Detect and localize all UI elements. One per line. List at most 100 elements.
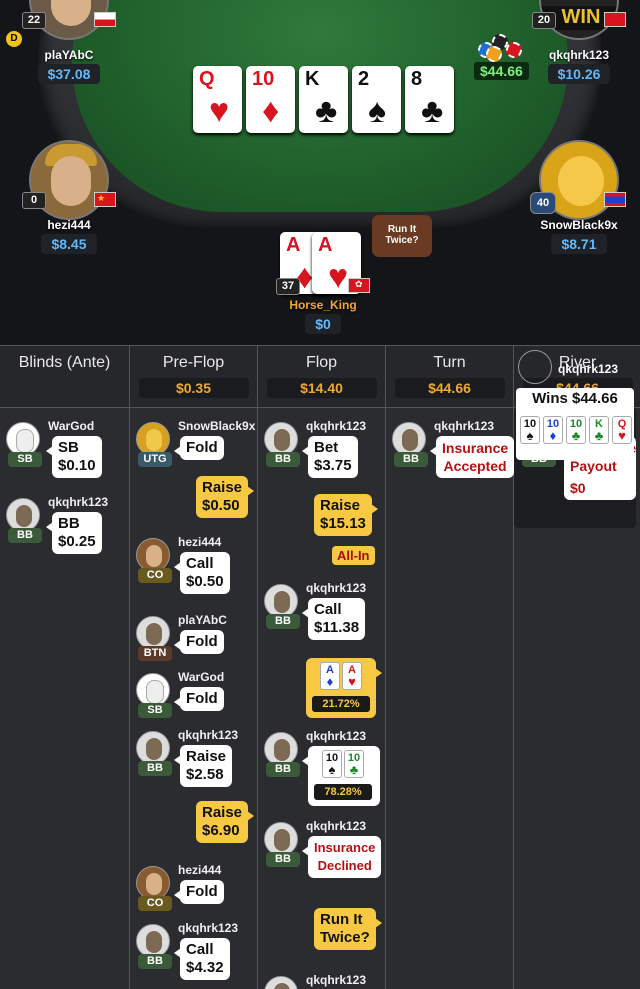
player-avatar-icon bbox=[392, 422, 426, 456]
win-panel: Wins $44.66 10 ♠ 10 ♦ 10 ♣ K ♣ Q ♥ bbox=[516, 388, 634, 460]
player-name: SnowBlack9x bbox=[178, 419, 256, 433]
player-stack: $37.08 bbox=[37, 64, 101, 84]
player-name: qkqhrk123 bbox=[178, 921, 239, 935]
mini-card: 10 ♠ bbox=[520, 416, 540, 444]
mini-card: 10 ♣ bbox=[566, 416, 586, 444]
column-pot: $14.40 bbox=[266, 378, 377, 398]
player-seat-left[interactable]: 0 ★ hezi444 $8.45 bbox=[14, 140, 124, 254]
position-badge: UTG bbox=[138, 452, 172, 467]
player-name: qkqhrk123 bbox=[558, 362, 619, 376]
player-name: qkqhrk123 bbox=[178, 728, 239, 742]
player-avatar-icon bbox=[136, 673, 170, 707]
column-title: Flop bbox=[305, 354, 338, 371]
player-name: plaYAbC bbox=[44, 48, 94, 62]
player-seat-top-right[interactable]: WIN 20 qkqhrk123 $10.26 bbox=[524, 0, 634, 84]
poker-app: 22 plaYAbC $37.08 D WIN 20 qkqhrk123 $10… bbox=[0, 0, 640, 989]
all-in-badge: All-In bbox=[332, 546, 375, 565]
player-avatar-icon bbox=[136, 924, 170, 958]
action-bubble: Call $4.32 bbox=[174, 938, 230, 980]
position-badge: BTN bbox=[138, 646, 172, 661]
position-badge: BB bbox=[138, 954, 172, 969]
player-avatar-icon bbox=[518, 350, 552, 384]
pot-chips-icon bbox=[472, 30, 528, 62]
player-avatar-icon bbox=[264, 822, 298, 856]
run-it-twice-bubble: Run It Twice? bbox=[372, 215, 432, 257]
player-name: qkqhrk123 bbox=[306, 729, 367, 743]
level-badge: 22 bbox=[22, 12, 46, 29]
player-name: SnowBlack9x bbox=[540, 218, 618, 232]
history-column-2: Flop $14.40 BB qkqhrk123 Bet $3.75 Raise $15.… bbox=[258, 346, 386, 989]
player-name: qkqhrk123 bbox=[306, 819, 367, 833]
pot-amount: $44.66 bbox=[474, 62, 529, 80]
board-card: 8 ♣ bbox=[405, 66, 454, 133]
mini-card: A ♦ bbox=[320, 662, 340, 690]
card-suit-icon: ♦ bbox=[549, 428, 557, 443]
column-title: Blinds (Ante) bbox=[18, 354, 111, 371]
column-header: Blinds (Ante) bbox=[0, 346, 129, 408]
player-name: hezi444 bbox=[47, 218, 91, 232]
board-card: 10 ♦ bbox=[246, 66, 295, 133]
history-entry[interactable]: qkqhrk123 bbox=[264, 973, 384, 989]
card-rank: 2 bbox=[358, 68, 370, 90]
flag-icon bbox=[94, 12, 116, 27]
action-bubble: Insurance Declined bbox=[301, 836, 382, 878]
card-suit-icon: ♣ bbox=[594, 428, 604, 443]
player-seat-top-left[interactable]: 22 plaYAbC $37.08 bbox=[14, 0, 124, 84]
raise-bubble: Raise $15.13 bbox=[314, 494, 378, 536]
card-suit-icon: ♠ bbox=[328, 762, 336, 777]
column-header: Flop $14.40 bbox=[258, 346, 385, 408]
player-avatar-icon bbox=[264, 422, 298, 456]
card-suit-icon: ♣ bbox=[571, 428, 581, 443]
history-column-0: Blinds (Ante) SB WarGod SB $0.10 BB qkqhrk123… bbox=[0, 346, 130, 989]
player-avatar-icon bbox=[264, 584, 298, 618]
mini-card: K ♣ bbox=[589, 416, 609, 444]
hero-equity: 21.72% bbox=[312, 696, 370, 712]
player-stack: $10.26 bbox=[547, 64, 611, 84]
player-stack: $8.71 bbox=[551, 234, 607, 254]
player-name: qkqhrk123 bbox=[306, 419, 367, 433]
action-bubble: Call $0.50 bbox=[174, 552, 230, 594]
hero-seat[interactable]: A ♦ A ♥ 37 ✿ Horse_King $0 bbox=[268, 228, 378, 334]
position-badge: SB bbox=[8, 452, 42, 467]
player-name: hezi444 bbox=[178, 863, 222, 877]
action-bubble: Fold bbox=[174, 436, 224, 460]
card-suit-icon: ♠ bbox=[368, 92, 387, 130]
hero-stack: $0 bbox=[305, 314, 341, 334]
position-badge: BB bbox=[266, 852, 300, 867]
position-badge: SB bbox=[138, 703, 172, 718]
level-badge: 0 bbox=[22, 192, 46, 209]
position-badge: CO bbox=[138, 896, 172, 911]
player-avatar-icon bbox=[6, 498, 40, 532]
flag-icon bbox=[604, 192, 626, 207]
position-badge: BB bbox=[138, 761, 172, 776]
player-avatar-icon bbox=[136, 538, 170, 572]
player-name: hezi444 bbox=[178, 535, 222, 549]
flag-icon bbox=[604, 12, 626, 27]
level-badge: 40 bbox=[530, 192, 556, 214]
hand-history[interactable]: Blinds (Ante) SB WarGod SB $0.10 BB qkqhrk123… bbox=[0, 345, 640, 989]
action-bubble: Fold bbox=[174, 880, 224, 904]
wins-amount: Wins $44.66 bbox=[532, 390, 618, 407]
player-stack: $8.45 bbox=[41, 234, 97, 254]
card-suit-icon: ♣ bbox=[349, 762, 359, 777]
player-avatar-icon bbox=[6, 422, 40, 456]
position-badge: BB bbox=[266, 762, 300, 777]
action-bubble: Call $11.38 bbox=[301, 598, 366, 640]
column-pot: $44.66 bbox=[394, 378, 505, 398]
position-badge: BB bbox=[266, 452, 300, 467]
history-column-3: Turn $44.66 BB qkqhrk123 Insurance Accepted bbox=[386, 346, 515, 989]
column-title: Pre-Flop bbox=[162, 354, 225, 371]
hero-name: Horse_King bbox=[289, 298, 357, 312]
raise-bubble: Run It Twice? bbox=[314, 908, 382, 950]
level-badge: 37 bbox=[276, 278, 300, 295]
player-seat-right[interactable]: 40 SnowBlack9x $8.71 bbox=[524, 140, 634, 254]
mini-card: A ♥ bbox=[342, 662, 362, 690]
card-suit-icon: ♥ bbox=[209, 92, 230, 130]
card-suit-icon: ♠ bbox=[526, 428, 534, 443]
position-badge: BB bbox=[394, 452, 428, 467]
action-bubble: SB $0.10 bbox=[46, 436, 102, 478]
card-rank: Q bbox=[199, 68, 215, 90]
card-suit-icon: ♦ bbox=[326, 674, 334, 689]
player-name: qkqhrk123 bbox=[306, 581, 367, 595]
villain-equity-bubble: 10 ♠ 10 ♣ 78.28% bbox=[302, 746, 380, 806]
